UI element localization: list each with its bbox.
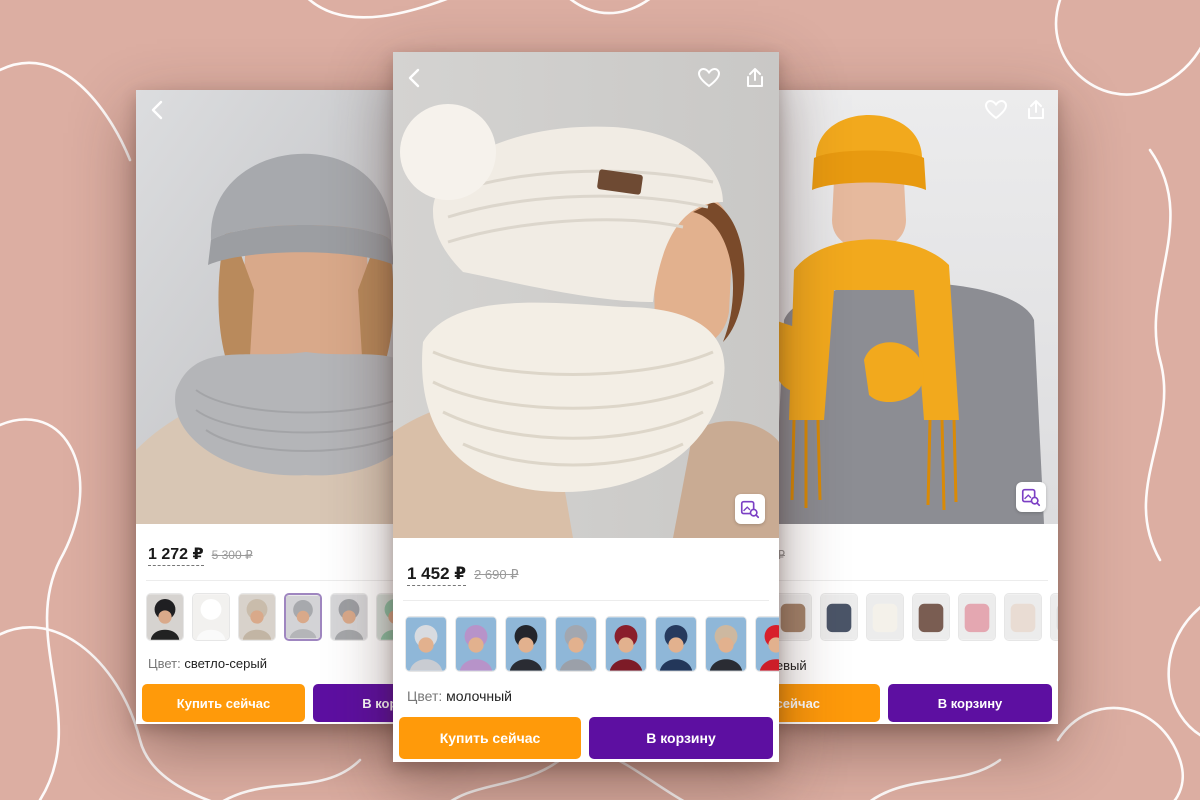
divider bbox=[774, 580, 1048, 581]
product-card-yellow: 750 ₽ нжевый ь сейчас В корзину bbox=[764, 90, 1058, 724]
favorite-button[interactable] bbox=[982, 96, 1010, 124]
back-button[interactable] bbox=[401, 64, 429, 92]
product-image-milk-set bbox=[393, 52, 779, 538]
divider bbox=[403, 600, 769, 601]
price-block: 1 272 ₽ 5 300 ₽ bbox=[148, 544, 253, 566]
variant-thumb[interactable] bbox=[330, 593, 368, 641]
back-icon bbox=[151, 100, 163, 120]
color-label: Цвет: bbox=[148, 656, 181, 671]
variant-thumb-selected[interactable] bbox=[284, 593, 322, 641]
variant-thumb[interactable] bbox=[866, 593, 904, 641]
price-block: 1 452 ₽ 2 690 ₽ bbox=[407, 564, 519, 586]
variant-thumb[interactable] bbox=[192, 593, 230, 641]
variant-thumb[interactable] bbox=[820, 593, 858, 641]
old-price: 5 300 ₽ bbox=[211, 548, 253, 562]
variant-thumb[interactable] bbox=[1050, 593, 1058, 641]
variant-thumb[interactable] bbox=[405, 616, 447, 672]
color-variants bbox=[405, 616, 779, 672]
heart-icon bbox=[697, 67, 721, 88]
variant-thumb[interactable] bbox=[705, 616, 747, 672]
image-search-icon bbox=[1021, 488, 1041, 507]
add-to-cart-button[interactable]: В корзину bbox=[888, 684, 1052, 722]
variant-thumb[interactable] bbox=[912, 593, 950, 641]
color-variants bbox=[146, 593, 414, 641]
back-icon bbox=[408, 68, 420, 88]
product-photo[interactable] bbox=[764, 90, 1058, 524]
share-icon bbox=[747, 68, 763, 87]
color-info: Цвет: молочный bbox=[407, 688, 512, 704]
buy-now-button[interactable]: ь сейчас bbox=[764, 684, 880, 722]
color-label: Цвет: bbox=[407, 688, 443, 704]
heart-icon bbox=[984, 99, 1008, 120]
product-photo[interactable] bbox=[393, 52, 779, 538]
buy-now-button[interactable]: Купить сейчас bbox=[399, 717, 581, 759]
product-card-milk: 1 452 ₽ 2 690 ₽ Цвет: молочный Купить се… bbox=[393, 52, 779, 762]
divider bbox=[146, 580, 426, 581]
variant-thumb[interactable] bbox=[146, 593, 184, 641]
variant-thumb[interactable] bbox=[655, 616, 697, 672]
buy-now-button[interactable]: Купить сейчас bbox=[142, 684, 305, 722]
image-search-icon bbox=[740, 500, 760, 519]
color-value: молочный bbox=[446, 688, 512, 704]
variant-thumb[interactable] bbox=[774, 593, 812, 641]
share-icon bbox=[1028, 100, 1044, 119]
variant-thumb[interactable] bbox=[1004, 593, 1042, 641]
share-button[interactable] bbox=[741, 64, 769, 92]
image-search-button[interactable] bbox=[735, 494, 765, 524]
variant-thumb[interactable] bbox=[755, 616, 779, 672]
color-variants bbox=[774, 593, 1058, 641]
color-value: светло-серый bbox=[184, 656, 267, 671]
variant-thumb[interactable] bbox=[455, 616, 497, 672]
variant-thumb[interactable] bbox=[958, 593, 996, 641]
product-photo[interactable] bbox=[136, 90, 436, 524]
variant-thumb[interactable] bbox=[505, 616, 547, 672]
product-image-grey-hat bbox=[136, 90, 436, 524]
color-info: Цвет: светло-серый bbox=[148, 656, 267, 671]
product-card-grey: 1 272 ₽ 5 300 ₽ Цвет: светло-серый Купит… bbox=[136, 90, 436, 724]
old-price: 2 690 ₽ bbox=[474, 567, 519, 582]
current-price: 1 272 ₽ bbox=[148, 544, 204, 566]
back-button[interactable] bbox=[144, 96, 172, 124]
variant-thumb[interactable] bbox=[555, 616, 597, 672]
favorite-button[interactable] bbox=[695, 64, 723, 92]
share-button[interactable] bbox=[1022, 96, 1050, 124]
add-to-cart-button[interactable]: В корзину bbox=[589, 717, 773, 759]
variant-thumb[interactable] bbox=[605, 616, 647, 672]
product-image-yellow-set bbox=[764, 90, 1058, 524]
variant-thumb[interactable] bbox=[238, 593, 276, 641]
current-price: 1 452 ₽ bbox=[407, 564, 467, 586]
image-search-button[interactable] bbox=[1016, 482, 1046, 512]
